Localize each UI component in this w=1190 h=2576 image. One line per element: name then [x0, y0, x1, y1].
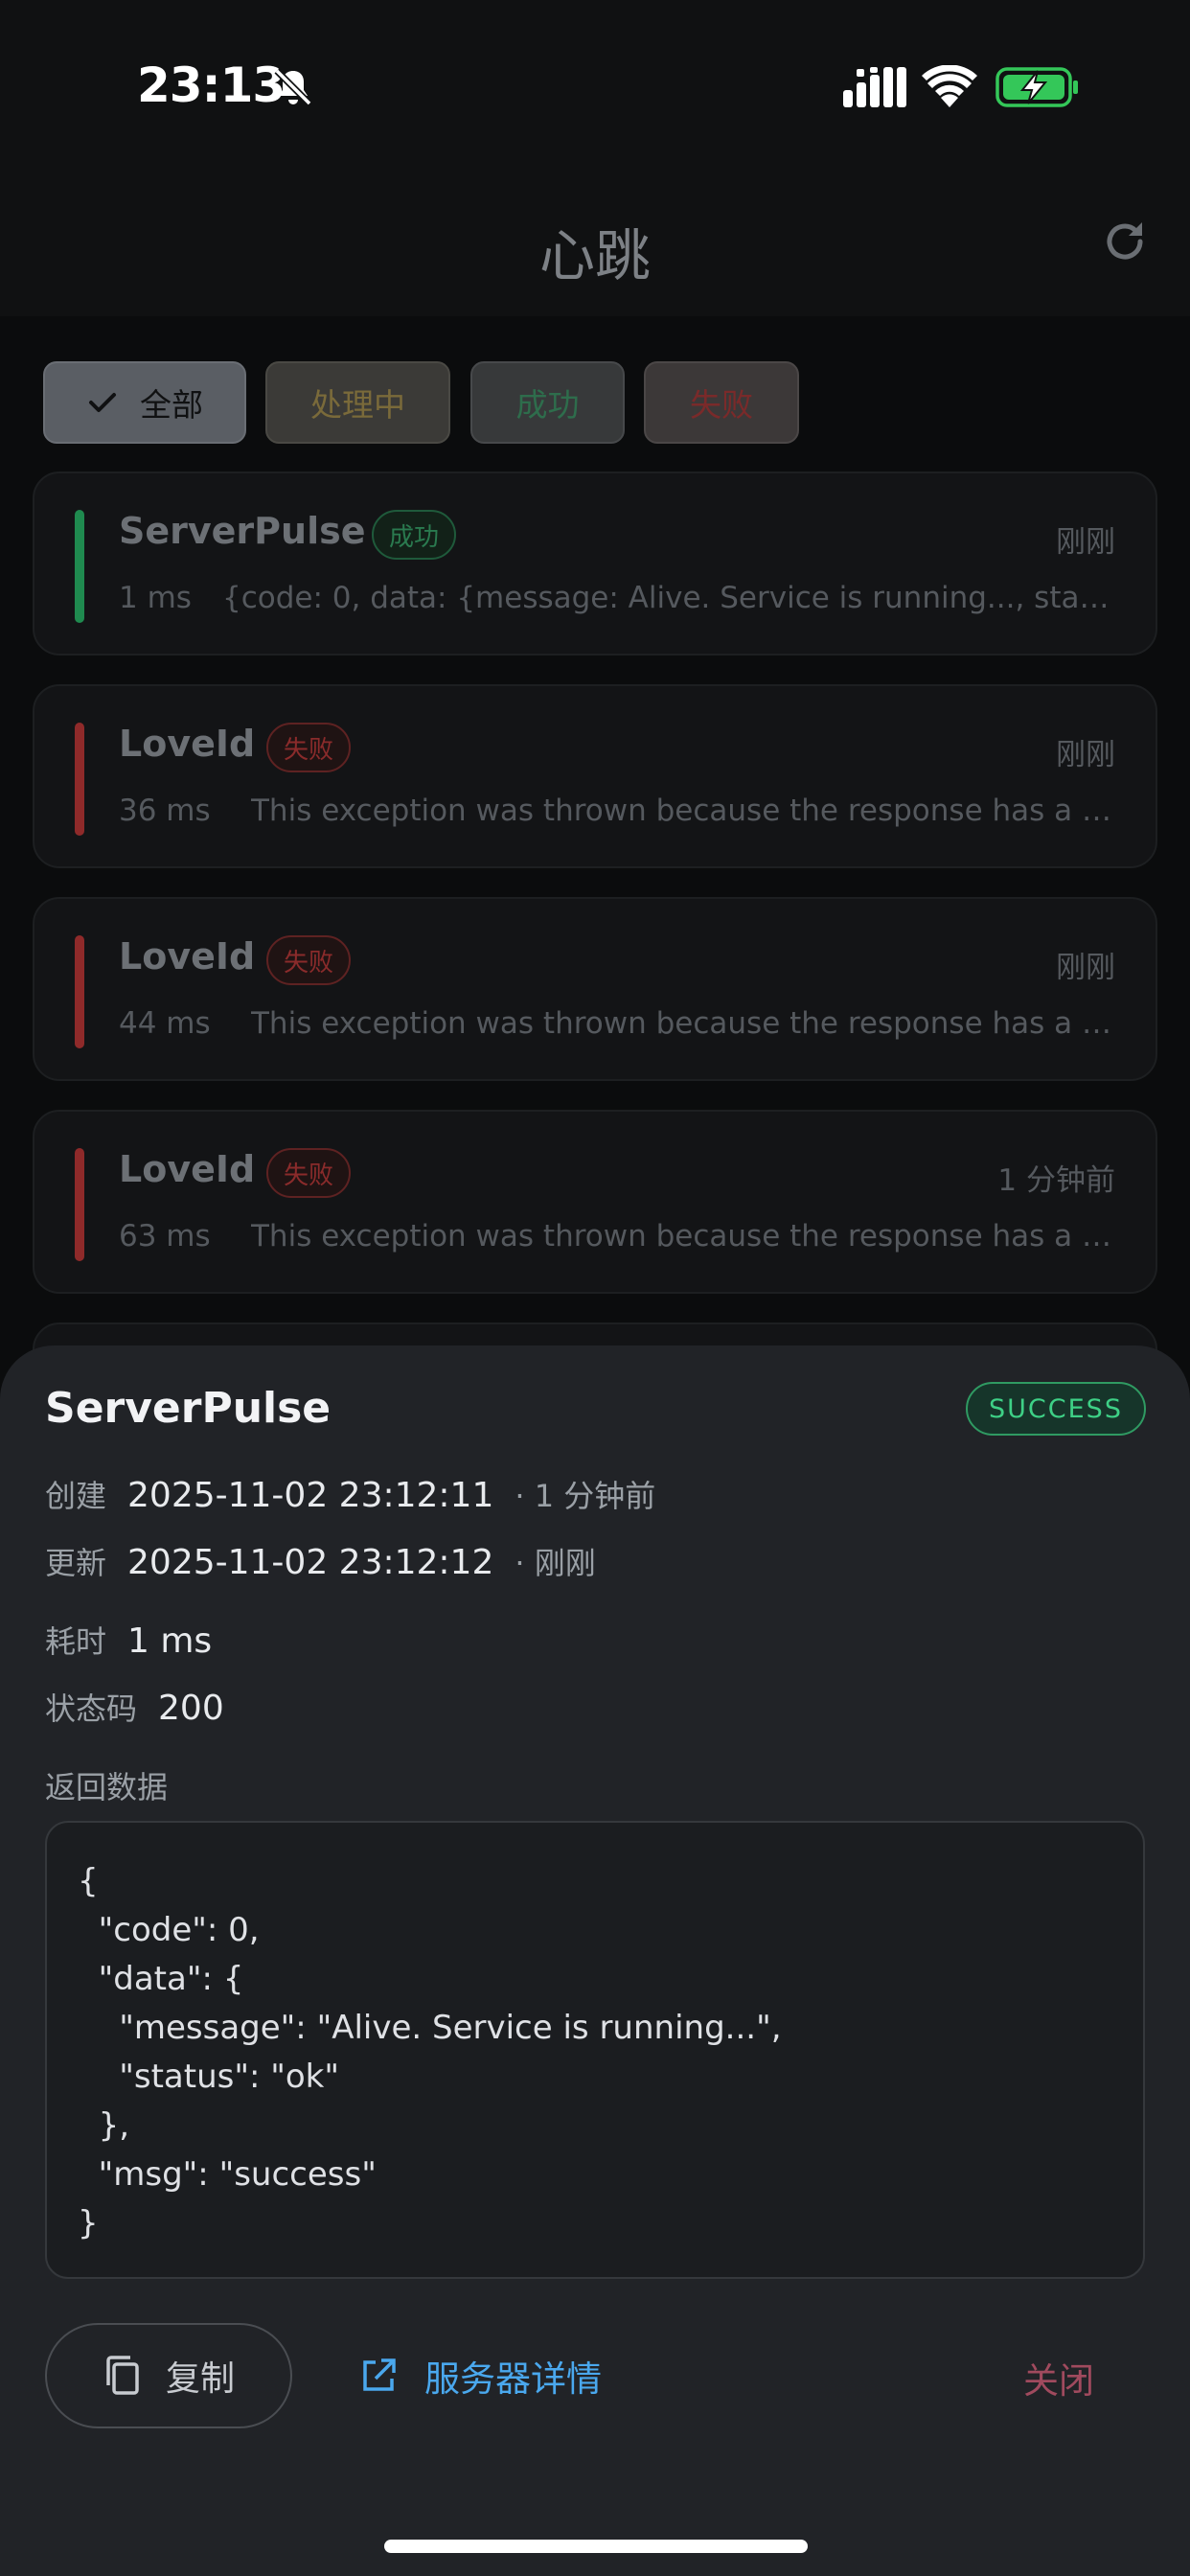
status-code-value: 200 [158, 1689, 224, 1728]
created-relative: · 1 分钟前 [515, 1478, 656, 1514]
heartbeat-list-item[interactable]: LoveId 失败 1 分钟前 63 ms This exception was… [33, 1110, 1157, 1294]
filter-chip-label: 失败 [690, 386, 753, 424]
status-indicator-bar [75, 723, 84, 836]
status-time: 23:13 [137, 58, 286, 113]
response-json-box[interactable]: { "code": 0, "data": { "message": "Alive… [45, 1821, 1145, 2279]
status-badge: 成功 [372, 510, 457, 560]
item-duration: 1 ms [119, 581, 192, 615]
item-message: {code: 0, data: {message: Alive. Service… [222, 581, 1115, 615]
item-name: LoveId [119, 723, 256, 765]
refresh-icon[interactable] [1098, 215, 1152, 268]
check-icon [89, 393, 116, 412]
copy-icon [106, 2356, 139, 2395]
filter-chip-label: 处理中 [310, 386, 405, 424]
updated-label: 更新 [45, 1545, 107, 1581]
item-message: This exception was thrown because the re… [251, 794, 1115, 828]
copy-button[interactable]: 复制 [45, 2323, 292, 2428]
filter-chip-failed[interactable]: 失败 [644, 361, 799, 444]
item-name: LoveId [119, 1148, 256, 1190]
heartbeat-list-item[interactable]: LoveId 失败 刚刚 44 ms This exception was th… [33, 897, 1157, 1081]
detail-title: ServerPulse [45, 1384, 332, 1433]
status-code-row: 状态码 200 [45, 1685, 224, 1729]
created-row: 创建 2025-11-02 23:12:11 · 1 分钟前 [45, 1472, 655, 1516]
updated-row: 更新 2025-11-02 23:12:12 · 刚刚 [45, 1539, 596, 1583]
status-bar: 23:13 [0, 0, 1190, 163]
response-row: 返回数据 [45, 1763, 189, 1807]
duration-row: 耗时 1 ms [45, 1618, 212, 1662]
app-header: 心跳 [0, 163, 1190, 316]
response-json: { "code": 0, "data": { "message": "Alive… [78, 1862, 782, 2242]
close-button[interactable]: 关闭 [1023, 2352, 1094, 2404]
heartbeat-list-item[interactable]: ServerPulse 成功 刚刚 1 ms {code: 0, data: {… [33, 472, 1157, 656]
item-duration: 63 ms [119, 1219, 211, 1254]
status-pill: SUCCESS [966, 1382, 1146, 1436]
status-badge: 失败 [266, 723, 352, 772]
battery-charging-icon [995, 67, 1078, 107]
response-label: 返回数据 [45, 1769, 169, 1806]
filter-chip-label: 全部 [140, 386, 203, 424]
item-name: ServerPulse [119, 510, 366, 552]
item-message: This exception was thrown because the re… [251, 1006, 1115, 1041]
detail-bottom-sheet: ServerPulse SUCCESS 创建 2025-11-02 23:12:… [0, 1346, 1190, 2576]
created-label: 创建 [45, 1478, 107, 1514]
status-indicator-bar [75, 935, 84, 1048]
heartbeat-list-item[interactable]: LoveId 失败 刚刚 36 ms This exception was th… [33, 684, 1157, 868]
status-badge: 失败 [266, 935, 352, 985]
server-details-label: 服务器详情 [424, 2358, 602, 2400]
item-time: 1 分钟前 [997, 1163, 1115, 1198]
filter-chip-processing[interactable]: 处理中 [265, 361, 450, 444]
filter-chip-success[interactable]: 成功 [470, 361, 625, 444]
duration-value: 1 ms [127, 1622, 213, 1661]
item-time: 刚刚 [1056, 738, 1115, 772]
status-badge: 失败 [266, 1148, 352, 1198]
created-value: 2025-11-02 23:12:11 [127, 1476, 494, 1515]
status-indicator-bar [75, 1148, 84, 1261]
open-external-icon [363, 2358, 396, 2391]
item-name: LoveId [119, 935, 256, 978]
wifi-icon [922, 65, 977, 107]
copy-label: 复制 [165, 2359, 235, 2399]
cellular-signal-icon [843, 67, 906, 107]
filter-chip-all[interactable]: 全部 [43, 361, 246, 444]
duration-label: 耗时 [45, 1623, 107, 1660]
server-details-link[interactable]: 服务器详情 [359, 2350, 602, 2402]
updated-relative: · 刚刚 [515, 1545, 596, 1581]
page-title: 心跳 [538, 223, 651, 288]
item-message: This exception was thrown because the re… [251, 1219, 1115, 1254]
updated-value: 2025-11-02 23:12:12 [127, 1543, 494, 1582]
home-indicator[interactable] [384, 2540, 808, 2553]
bell-off-icon [274, 68, 312, 106]
item-duration: 44 ms [119, 1006, 211, 1041]
status-indicator-bar [75, 510, 84, 623]
status-code-label: 状态码 [45, 1690, 138, 1727]
item-time: 刚刚 [1056, 525, 1115, 560]
filter-chip-label: 成功 [515, 386, 580, 424]
item-time: 刚刚 [1056, 951, 1115, 985]
item-duration: 36 ms [119, 794, 211, 828]
